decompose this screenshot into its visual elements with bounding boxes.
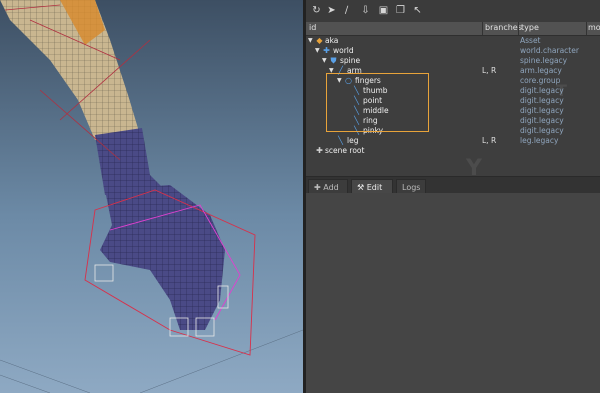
node-branches: L, R	[482, 66, 497, 75]
node-name: aka	[325, 36, 339, 45]
tab-bar: ✚ Add ⚒ Edit Logs	[306, 176, 600, 194]
brush-icon[interactable]: ∕	[341, 5, 352, 16]
tree-row-aka[interactable]: ▼ ◆ aka Asset	[306, 36, 600, 46]
copy-icon[interactable]: ❐	[395, 5, 406, 16]
node-type: digit.legacy	[520, 126, 564, 135]
tab-add[interactable]: ✚ Add	[308, 179, 348, 194]
column-divider[interactable]	[482, 22, 483, 35]
column-type[interactable]: type	[521, 23, 539, 32]
tab-logs[interactable]: Logs	[396, 179, 426, 194]
bone-icon: ╲	[338, 136, 343, 145]
expand-arrow-icon[interactable]: ▼	[322, 56, 327, 66]
tree-row-leg[interactable]: ╲ leg L, R leg.legacy	[306, 136, 600, 146]
node-name: scene root	[325, 146, 365, 155]
expand-arrow-icon[interactable]: ▼	[308, 36, 313, 46]
tree-row-spine[interactable]: ▼ ⛊ spine spine.legacy	[306, 56, 600, 66]
outliner-tree: Y T ▼ ◆ aka Asset ▼ ✚ world world.charac…	[306, 36, 600, 181]
rocket-icon[interactable]: ➤	[326, 5, 337, 16]
tree-row-scene-root[interactable]: ✚ scene root	[306, 146, 600, 156]
tree-row-world[interactable]: ▼ ✚ world world.character	[306, 46, 600, 56]
node-type: digit.legacy	[520, 96, 564, 105]
node-type: digit.legacy	[520, 116, 564, 125]
refresh-icon[interactable]: ↻	[311, 5, 322, 16]
move-icon: ✚	[323, 46, 330, 55]
tools-icon: ⚒	[357, 183, 367, 192]
toolbar: ↻ ➤ ∕ ⇩ ▣ ❐ ↖	[306, 0, 600, 23]
plus-icon: ✚	[314, 183, 324, 192]
column-header: id branches type mo	[306, 22, 600, 36]
column-mo[interactable]: mo	[588, 23, 600, 32]
node-name: world	[333, 46, 354, 55]
column-divider[interactable]	[586, 22, 587, 35]
column-branches[interactable]: branches	[485, 23, 522, 32]
move-icon: ✚	[316, 146, 323, 155]
tab-label: Add	[323, 183, 339, 192]
edit-content-area	[306, 193, 600, 393]
expand-arrow-icon[interactable]: ▼	[315, 46, 320, 56]
tab-label: Edit	[366, 183, 383, 192]
hand-rig-render	[0, 0, 303, 393]
node-type: spine.legacy	[520, 56, 568, 65]
node-type: leg.legacy	[520, 136, 559, 145]
node-branches: L, R	[482, 136, 497, 145]
asset-icon: ◆	[316, 36, 323, 45]
3d-viewport[interactable]	[0, 0, 303, 393]
selection-highlight	[326, 73, 429, 132]
spine-icon: ⛊	[330, 56, 337, 65]
select-arrow-icon[interactable]: ↖	[412, 5, 423, 16]
tab-edit[interactable]: ⚒ Edit	[351, 179, 393, 194]
tab-label: Logs	[402, 183, 421, 192]
node-type: digit.legacy	[520, 106, 564, 115]
column-id[interactable]: id	[309, 23, 316, 32]
import-icon[interactable]: ⇩	[360, 5, 371, 16]
node-type: core.group	[520, 76, 561, 85]
node-type: world.character	[520, 46, 579, 55]
rig-outliner-panel: ↻ ➤ ∕ ⇩ ▣ ❐ ↖ id branches type mo Y T ▼ …	[306, 0, 600, 393]
node-name: leg	[347, 136, 359, 145]
node-type: digit.legacy	[520, 86, 564, 95]
node-type: Asset	[520, 36, 541, 45]
trash-icon[interactable]: ▣	[378, 5, 389, 16]
node-type: arm.legacy	[520, 66, 562, 75]
node-name: spine	[340, 56, 361, 65]
column-divider[interactable]	[518, 22, 519, 35]
